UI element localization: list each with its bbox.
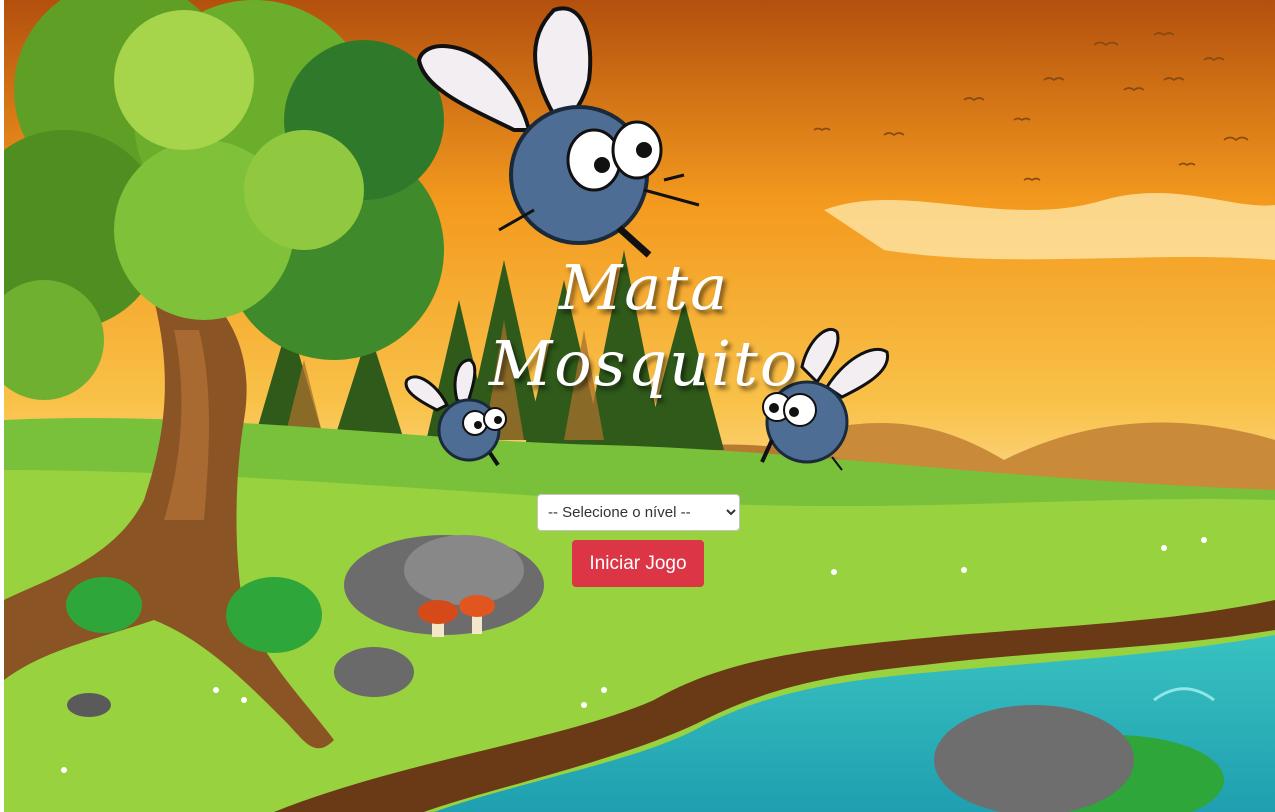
level-select[interactable]: -- Selecione o nível -- — [537, 494, 740, 531]
title-line-2: Mosquito — [488, 327, 800, 400]
title-line-1: Mata — [558, 251, 730, 324]
mosquito-icon — [416, 6, 700, 258]
game-scene: Mata Mosquito — [4, 0, 1275, 812]
game-title: Mata Mosquito — [444, 250, 844, 402]
start-game-button[interactable]: Iniciar Jogo — [572, 540, 704, 587]
